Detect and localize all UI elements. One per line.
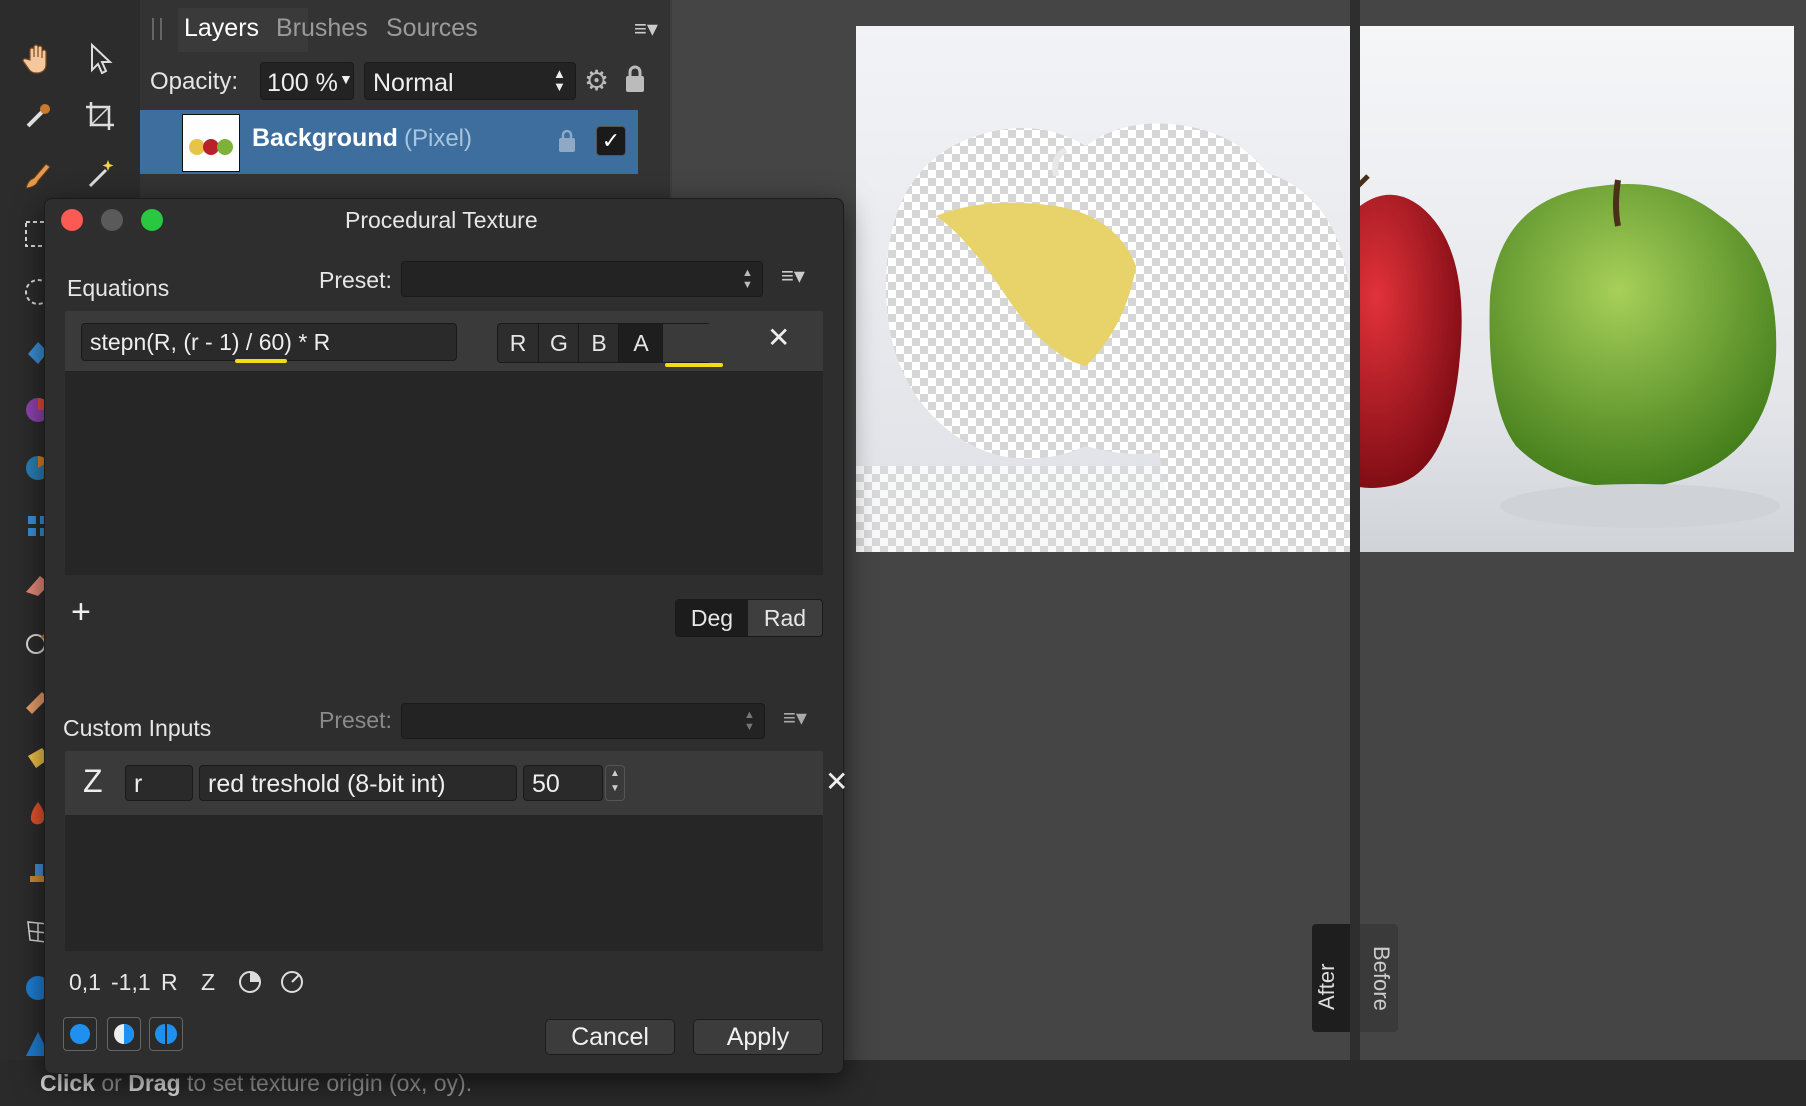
lock-icon[interactable] [624, 64, 646, 99]
preview-mode-mirror-icon[interactable] [149, 1017, 183, 1051]
opacity-field[interactable]: 100 % ▼ [260, 62, 354, 100]
paint-brush-tool-icon[interactable] [16, 152, 60, 196]
blend-mode-value: Normal [373, 69, 454, 97]
channel-selector[interactable]: R G B A [497, 323, 711, 363]
after-image[interactable] [856, 26, 1350, 552]
cancel-button[interactable]: Cancel [545, 1019, 675, 1055]
panel-menu-icon[interactable]: ≡▾ [634, 16, 658, 42]
blend-mode-select[interactable]: Normal ▲ ▼ [364, 62, 576, 100]
minimize-window-button[interactable] [101, 209, 123, 231]
apply-button[interactable]: Apply [693, 1019, 823, 1055]
after-label: After [1314, 963, 1339, 1010]
procedural-texture-dialog: Procedural Texture Equations Preset: ▲ ▼ … [44, 198, 848, 1074]
input-variable-field[interactable]: r [125, 765, 193, 801]
split-divider[interactable] [1350, 0, 1360, 1060]
insert-token-neg1-1[interactable]: -1,1 [111, 969, 151, 996]
equations-preset-stepper-icon: ▲ ▼ [742, 267, 753, 291]
before-label: Before [1369, 946, 1394, 1011]
input-type-icon[interactable]: Z [83, 763, 103, 800]
color-picker-tool-icon[interactable] [16, 94, 60, 138]
magic-wand-tool-icon[interactable] [78, 152, 122, 196]
rad-button[interactable]: Rad [748, 600, 822, 636]
dialog-title: Procedural Texture [345, 207, 538, 233]
preview-mode-full-icon[interactable] [63, 1017, 97, 1051]
zoom-window-button[interactable] [141, 209, 163, 231]
remove-equation-button[interactable]: ✕ [767, 321, 790, 354]
custom-inputs-preset-select[interactable]: ▲ ▼ [401, 703, 765, 739]
input-value-stepper[interactable]: ▲ ▼ [605, 765, 625, 801]
opacity-dropdown-icon[interactable]: ▼ [339, 71, 353, 87]
before-image[interactable] [1360, 26, 1794, 552]
insert-token-0-1[interactable]: 0,1 [69, 969, 101, 996]
layer-name: Background [252, 124, 398, 152]
tab-sources[interactable]: Sources [386, 14, 478, 43]
layer-row-background[interactable]: Background (Pixel) ✓ [140, 110, 638, 174]
channel-g[interactable]: G [538, 324, 579, 362]
input-description-field[interactable]: red treshold (8-bit int) [199, 765, 517, 801]
channel-b[interactable]: B [578, 324, 619, 362]
blend-mode-stepper-icon: ▲ ▼ [553, 66, 566, 94]
add-equation-button[interactable]: + [71, 593, 91, 632]
channel-r[interactable]: R [498, 324, 538, 362]
status-hint: Click or Drag to set texture origin (ox,… [40, 1070, 472, 1097]
insert-token-r[interactable]: R [161, 969, 178, 996]
insert-radius-icon[interactable] [279, 969, 305, 1000]
custom-input-row: Z r red treshold (8-bit int) 50 ▲ ▼ ✕ [65, 751, 848, 815]
input-variable-value: r [134, 770, 143, 798]
channel-extra [662, 324, 711, 362]
move-tool-icon[interactable] [78, 36, 122, 80]
after-toggle[interactable]: After [1312, 924, 1350, 1032]
input-description-value: red treshold (8-bit int) [208, 770, 446, 798]
custom-inputs-preset-stepper-icon: ▲ ▼ [744, 709, 755, 733]
layer-thumbnail [182, 114, 240, 172]
preview-mode-split-icon[interactable] [107, 1017, 141, 1051]
angle-units-toggle[interactable]: Deg Rad [675, 599, 823, 637]
remove-input-button[interactable]: ✕ [825, 765, 848, 798]
input-value: 50 [532, 770, 560, 798]
equations-heading: Equations [67, 275, 170, 301]
equation-text: stepn(R, (r - 1) / 60) * R [90, 329, 331, 355]
tab-brushes[interactable]: Brushes [276, 14, 368, 43]
equations-list: stepn(R, (r - 1) / 60) * R R G B A ✕ [65, 311, 823, 575]
custom-inputs-menu-icon[interactable]: ≡▾ [783, 705, 807, 731]
equations-preset-select[interactable]: ▲ ▼ [401, 261, 763, 297]
custom-inputs-list: Z r red treshold (8-bit int) 50 ▲ ▼ ✕ [65, 751, 848, 951]
panel-grip[interactable] [152, 18, 162, 40]
deg-button[interactable]: Deg [676, 600, 748, 636]
tab-layers[interactable]: Layers [184, 14, 259, 43]
insert-token-z[interactable]: Z [201, 969, 215, 996]
gear-icon[interactable]: ⚙ [584, 64, 609, 97]
layer-lock-icon[interactable] [558, 128, 576, 159]
opacity-value: 100 % [267, 69, 338, 97]
crop-tool-icon[interactable] [78, 94, 122, 138]
before-toggle[interactable]: Before [1360, 924, 1398, 1032]
channel-annotation-underline [665, 363, 723, 367]
custom-inputs-preset-label: Preset: [319, 707, 392, 733]
layers-panel: Layers Brushes Sources ≡▾ Opacity: 100 %… [140, 0, 670, 200]
close-window-button[interactable] [61, 209, 83, 231]
equation-annotation-underline [235, 359, 287, 363]
hand-tool-icon[interactable] [16, 36, 60, 80]
insert-angle-icon[interactable] [237, 969, 263, 1000]
layer-type: (Pixel) [404, 125, 473, 152]
equation-row: stepn(R, (r - 1) / 60) * R R G B A ✕ [65, 311, 823, 371]
channel-a[interactable]: A [618, 324, 663, 362]
equations-preset-label: Preset: [319, 267, 392, 293]
layer-visibility-checkbox[interactable]: ✓ [596, 126, 626, 156]
equation-input[interactable]: stepn(R, (r - 1) / 60) * R [81, 323, 457, 361]
input-value-field[interactable]: 50 [523, 765, 603, 801]
custom-inputs-heading: Custom Inputs [63, 715, 212, 741]
opacity-label: Opacity: [150, 68, 239, 95]
equations-menu-icon[interactable]: ≡▾ [781, 263, 805, 289]
